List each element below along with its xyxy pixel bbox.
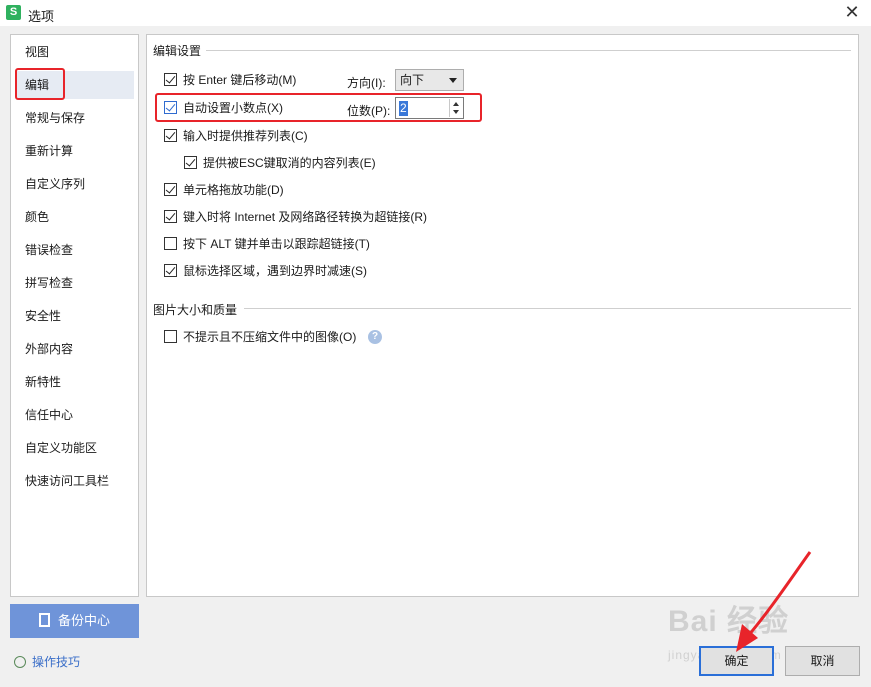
sidebar-item-trust-center[interactable]: 信任中心 <box>16 401 134 429</box>
sidebar-item-customize-ribbon[interactable]: 自定义功能区 <box>16 434 134 462</box>
section-divider <box>206 50 851 51</box>
sidebar-item-color[interactable]: 颜色 <box>16 203 134 231</box>
window-title: 选项 <box>28 9 55 24</box>
backup-center-label: 备份中心 <box>57 613 110 628</box>
tips-label: 操作技巧 <box>32 655 81 669</box>
highlight-box-auto-decimal <box>155 93 482 122</box>
help-icon[interactable]: ? <box>368 330 382 344</box>
checkbox[interactable] <box>164 330 177 343</box>
close-button[interactable]: ✕ <box>841 2 863 24</box>
direction-label: 方向(I): <box>347 76 386 90</box>
highlight-box-edit <box>15 68 65 100</box>
sidebar-item-error-check[interactable]: 错误检查 <box>16 236 134 264</box>
checkbox[interactable] <box>164 237 177 250</box>
checkbox[interactable] <box>164 129 177 142</box>
sidebar-item-new-features[interactable]: 新特性 <box>16 368 134 396</box>
play-circle-icon <box>14 656 26 668</box>
option-no-compress-images[interactable]: 不提示且不压缩文件中的图像(O) <box>164 329 356 347</box>
checkbox[interactable] <box>164 183 177 196</box>
red-arrow-annotation <box>736 551 812 652</box>
option-drag-drop[interactable]: 单元格拖放功能(D) <box>164 182 284 200</box>
checkbox[interactable] <box>164 73 177 86</box>
section-divider <box>244 308 851 309</box>
section-title-image: 图片大小和质量 <box>153 303 238 317</box>
sidebar-item-security[interactable]: 安全性 <box>16 302 134 330</box>
backup-center-button[interactable]: 备份中心 <box>10 604 139 638</box>
direction-select[interactable]: 向下 <box>395 69 464 91</box>
sidebar-item-external-content[interactable]: 外部内容 <box>16 335 134 363</box>
chevron-down-icon <box>449 78 457 83</box>
checkbox[interactable] <box>184 156 197 169</box>
title-bar: S 选项 ✕ <box>0 0 871 26</box>
tips-link[interactable]: 操作技巧 <box>14 653 80 670</box>
option-alt-click-hyperlink[interactable]: 按下 ALT 键并单击以跟踪超链接(T) <box>164 236 370 254</box>
option-autocomplete-list[interactable]: 输入时提供推荐列表(C) <box>164 128 308 146</box>
section-title-edit: 编辑设置 <box>153 44 202 58</box>
checkbox[interactable] <box>164 210 177 223</box>
sidebar-item-quick-access-toolbar[interactable]: 快速访问工具栏 <box>16 467 134 495</box>
sidebar-item-recalculate[interactable]: 重新计算 <box>16 137 134 165</box>
document-icon <box>38 613 50 627</box>
options-sidebar: 视图 编辑 常规与保存 重新计算 自定义序列 颜色 错误检查 拼写检查 安全性 … <box>10 34 139 597</box>
sidebar-item-view[interactable]: 视图 <box>16 38 134 66</box>
app-icon: S <box>6 5 21 20</box>
sidebar-item-spell-check[interactable]: 拼写检查 <box>16 269 134 297</box>
option-slow-selection[interactable]: 鼠标选择区域，遇到边界时减速(S) <box>164 263 367 281</box>
sidebar-item-custom-lists[interactable]: 自定义序列 <box>16 170 134 198</box>
checkbox[interactable] <box>164 264 177 277</box>
option-move-after-enter[interactable]: 按 Enter 键后移动(M) <box>164 72 296 90</box>
option-esc-cancel-list[interactable]: 提供被ESC键取消的内容列表(E) <box>184 155 376 173</box>
option-auto-hyperlink[interactable]: 键入时将 Internet 及网络路径转换为超链接(R) <box>164 209 427 227</box>
sidebar-item-general-save[interactable]: 常规与保存 <box>16 104 134 132</box>
